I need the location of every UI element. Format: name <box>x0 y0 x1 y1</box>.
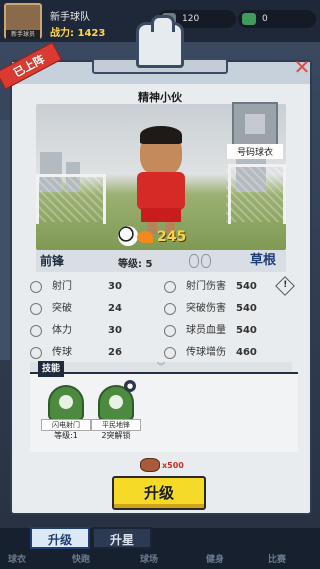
stat-value: 24 <box>108 303 122 314</box>
stat-label: 射门 <box>52 281 72 292</box>
stat-value: 540 <box>236 303 257 314</box>
stat-label: 传球增伤 <box>186 347 226 358</box>
footprint-icon <box>189 254 199 268</box>
player-shorts <box>141 208 181 222</box>
player-hair <box>140 126 182 144</box>
stats-table: 射门 30 射门伤害 540 突破 24 突破伤害 540 体力 30 球员血量 540 传… <box>30 276 298 360</box>
meat-icon <box>140 458 160 472</box>
position-tag: 前锋 <box>40 254 65 268</box>
goal-post <box>36 174 106 224</box>
skill-level: 等级:1 <box>54 431 78 440</box>
flame-icon <box>137 231 153 243</box>
power-label: 战力: <box>50 28 74 39</box>
civilian-forward-icon <box>109 395 123 409</box>
expand-chevron-icon[interactable]: ︾ <box>30 362 292 372</box>
shirt-icon <box>245 114 265 134</box>
stat-value: 540 <box>236 281 257 292</box>
stat-row: 射门 30 <box>30 280 160 294</box>
grade-tag: 草根 <box>249 253 276 268</box>
skill-unlock-requirement: 2突解锁 <box>101 431 131 440</box>
pass-icon <box>30 347 42 359</box>
breakthrough-damage-icon <box>164 303 176 315</box>
player-jersey <box>137 172 185 210</box>
nav-item[interactable]: 快跑 <box>72 552 90 565</box>
upgrade-button[interactable]: 升级 <box>112 476 206 510</box>
footprint-icon <box>201 254 211 268</box>
player-hp-icon <box>164 325 176 337</box>
stat-row: 体力 30 <box>30 324 160 338</box>
stat-row: 球员血量 540 <box>164 324 298 338</box>
stat-label: 突破 <box>52 303 72 314</box>
nav-item[interactable]: 健身 <box>206 552 224 565</box>
power-display: 战力: 1423 <box>50 24 105 39</box>
shoot-icon <box>30 281 42 293</box>
shoot-damage-icon <box>164 281 176 293</box>
stat-value: 540 <box>236 325 257 336</box>
stat-row: 突破 24 <box>30 302 160 316</box>
skills-tag: 技能 <box>38 361 64 377</box>
tab-star-up[interactable]: 升星 <box>92 527 152 549</box>
lightning-shot-icon <box>59 395 73 409</box>
lock-icon: ● <box>124 380 136 392</box>
goal-post <box>228 164 286 224</box>
stat-value: 460 <box>236 347 257 358</box>
stat-label: 球员血量 <box>186 325 226 336</box>
power-value: 1423 <box>77 28 106 39</box>
pass-bonus-icon <box>164 347 176 359</box>
stat-value: 26 <box>108 347 122 358</box>
avatar-tag: 新手球员 <box>6 30 40 39</box>
nav-item[interactable]: 球衣 <box>8 552 26 565</box>
tab-upgrade[interactable]: 升级 <box>30 527 90 549</box>
resource-counter-2[interactable]: 0 <box>238 10 316 28</box>
stat-label: 射门伤害 <box>186 281 226 292</box>
stat-label: 突破伤害 <box>186 303 226 314</box>
player-rating: 245 <box>157 229 187 245</box>
upgrade-cost: x500 <box>140 458 184 474</box>
football-icon <box>118 226 138 246</box>
nav-item[interactable]: 比赛 <box>268 552 286 565</box>
nav-item[interactable]: 球场 <box>140 552 158 565</box>
stat-label: 传球 <box>52 347 72 358</box>
stat-value: 30 <box>108 281 122 292</box>
stat-label: 体力 <box>52 325 72 336</box>
stat-row: 传球增伤 460 <box>164 346 298 360</box>
stat-value: 30 <box>108 325 122 336</box>
player-level: 等级: 5 <box>118 259 153 270</box>
breakthrough-icon <box>30 303 42 315</box>
stat-row: 突破伤害 540 <box>164 302 298 316</box>
skill-lightning-shot[interactable] <box>48 385 84 421</box>
resource-2-value: 0 <box>262 14 268 24</box>
cash-icon <box>242 13 256 25</box>
resource-1-value: 120 <box>182 14 200 24</box>
cost-value: x500 <box>162 461 184 470</box>
close-icon[interactable]: ✕ <box>292 57 312 78</box>
clipboard-clip-icon <box>136 15 184 68</box>
team-name: 新手球队 <box>50 12 90 23</box>
jersey-label: 号码球衣 <box>227 144 283 159</box>
stamina-icon <box>30 325 42 337</box>
stat-row: 传球 26 <box>30 346 160 360</box>
